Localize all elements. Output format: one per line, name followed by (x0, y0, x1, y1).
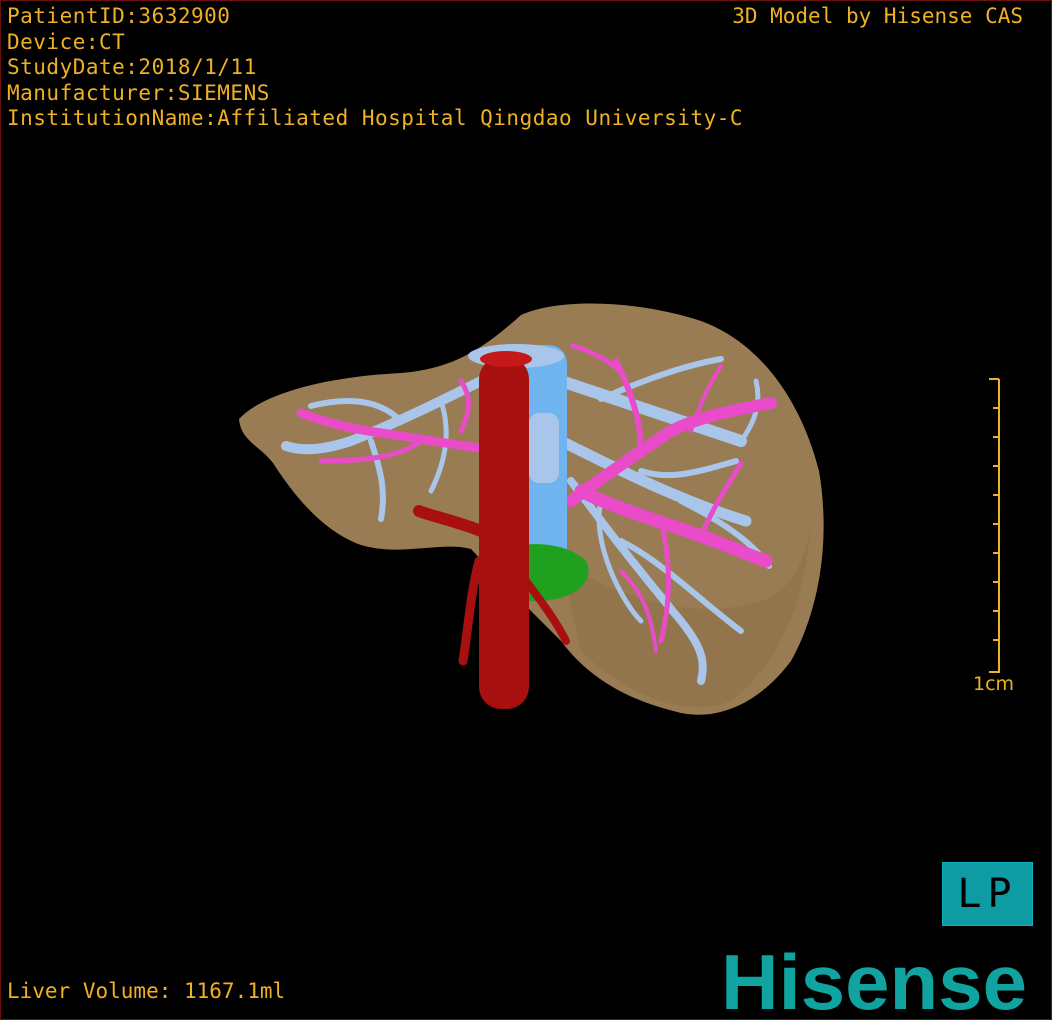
liver-3d-model[interactable] (1, 1, 1051, 1019)
device-label: Device:CT (7, 29, 126, 54)
aorta-top (480, 351, 532, 367)
3d-viewport[interactable]: PatientID:3632900 Device:CT StudyDate:20… (0, 0, 1052, 1020)
patient-id-label: PatientID:3632900 (7, 4, 231, 28)
model-credit-label: 3D Model by Hisense CAS (732, 4, 1023, 28)
ivc-highlight (529, 413, 559, 483)
hisense-logo: Hisense (721, 939, 1027, 1017)
institution-label: InstitutionName:Affiliated Hospital Qing… (7, 106, 744, 130)
orientation-indicator[interactable]: LP (942, 862, 1033, 926)
study-date-label: StudyDate:2018/1/11 (7, 55, 257, 79)
patient-info-overlay: PatientID:3632900 Device:CT StudyDate:20… (7, 4, 743, 132)
liver-volume-readout: Liver Volume: 1167.1ml (7, 979, 286, 1003)
scale-label: 1cm (973, 673, 1015, 695)
manufacturer-label: Manufacturer:SIEMENS (7, 80, 270, 105)
hisense-logo-text: Hisense (721, 939, 1027, 1017)
scale-bar (989, 378, 1000, 673)
